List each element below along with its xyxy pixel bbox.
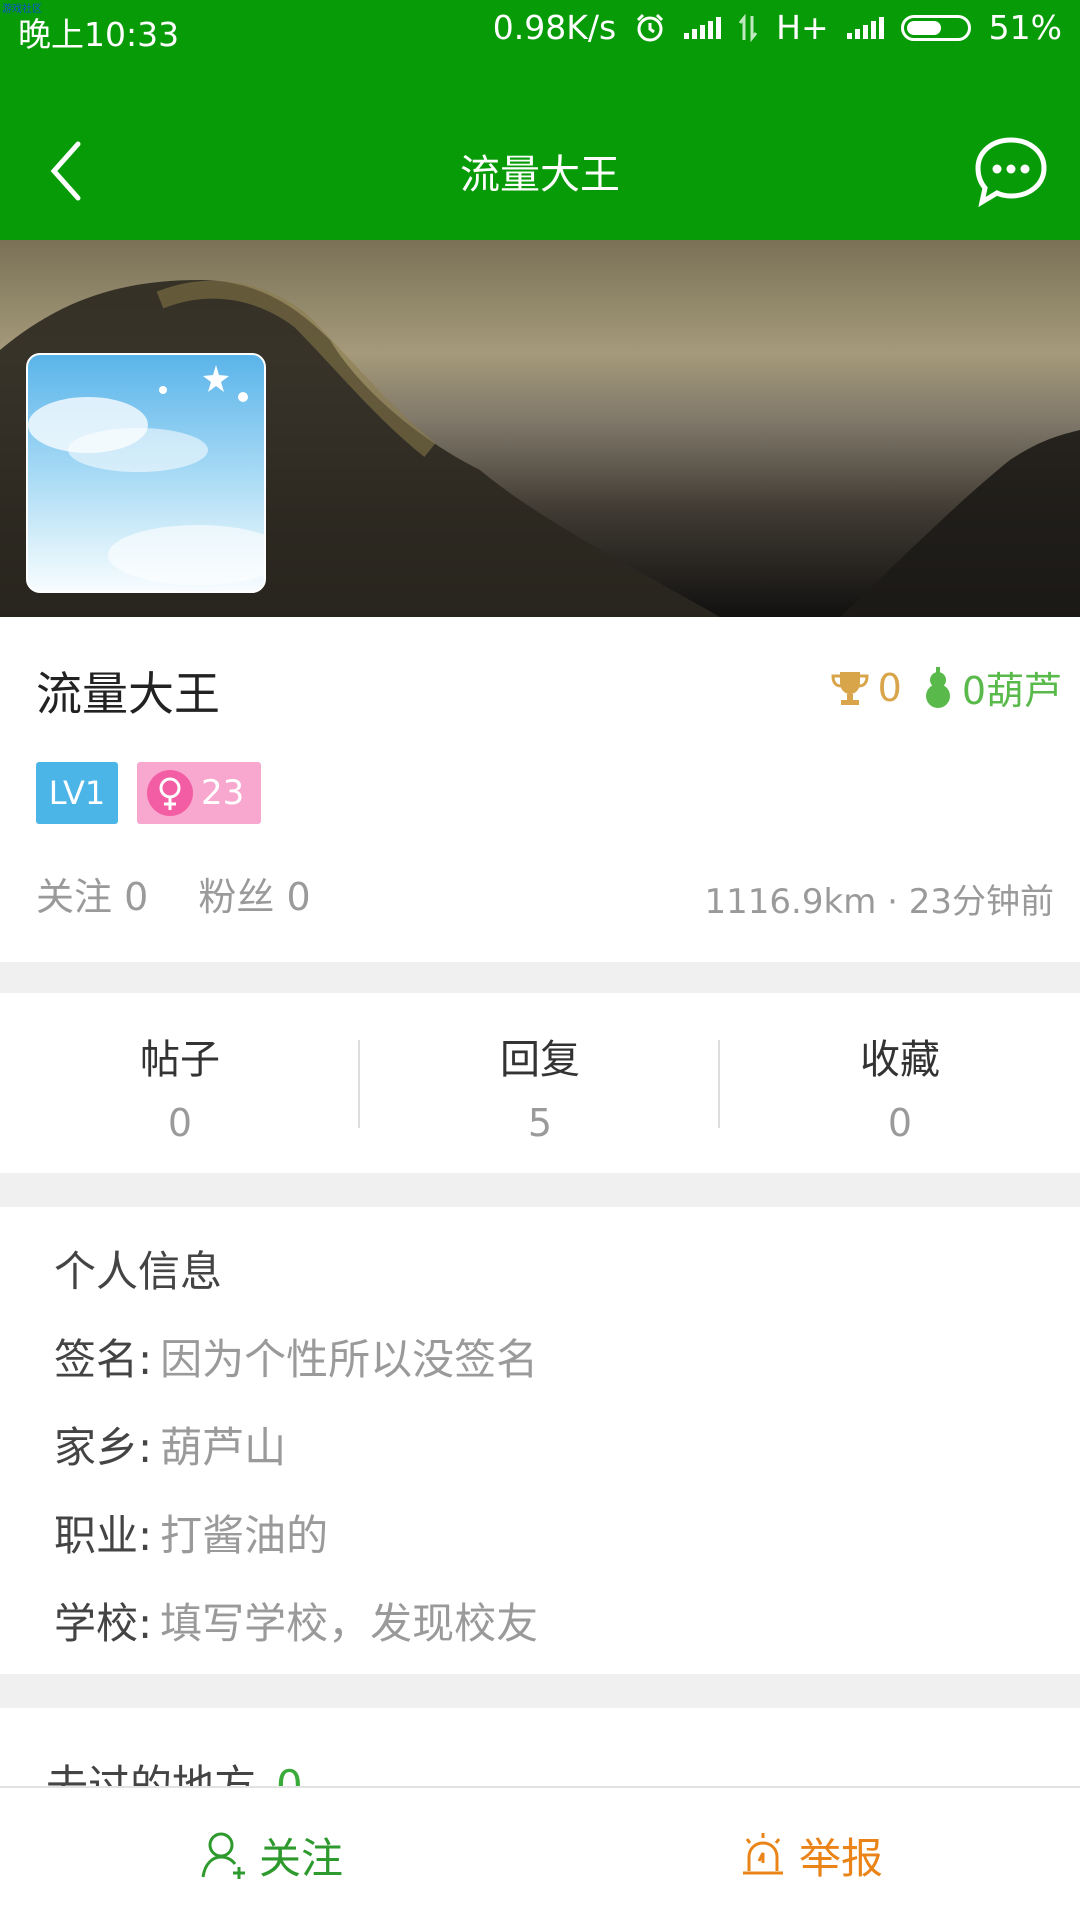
battery-icon xyxy=(900,14,971,41)
info-key: 签名: xyxy=(54,1335,153,1384)
personal-info-title: 个人信息 xyxy=(54,1247,223,1296)
activity-stats: 帖子 0 回复 5 收藏 0 xyxy=(0,993,1080,1173)
stat-label: 收藏 xyxy=(860,1037,940,1083)
info-row-hometown: 家乡: 葫芦山 xyxy=(54,1414,286,1475)
info-value: 葫芦山 xyxy=(160,1423,287,1472)
follow-label: 关注 xyxy=(258,1833,343,1883)
status-bar: 游戏社区 晚上10:33 0.98K/s H+ 51% xyxy=(0,0,1080,60)
alarm-siren-icon xyxy=(742,1833,783,1875)
info-row-school[interactable]: 学校: 填写学校，发现校友 xyxy=(54,1590,538,1651)
add-user-icon xyxy=(201,1832,245,1879)
info-row-occupation: 职业: 打酱油的 xyxy=(54,1502,328,1563)
info-value: 因为个性所以没签名 xyxy=(160,1335,539,1384)
section-divider xyxy=(0,1173,1080,1207)
stat-favorites[interactable]: 收藏 0 xyxy=(720,993,1080,1173)
alarm-icon xyxy=(637,13,664,41)
info-key: 家乡: xyxy=(54,1423,153,1472)
fans-count[interactable]: 粉丝 0 xyxy=(198,875,310,919)
trophy-icon xyxy=(831,671,869,705)
avatar[interactable] xyxy=(26,353,266,593)
gourd-icon xyxy=(925,666,950,708)
section-divider xyxy=(0,962,1080,993)
distance-time: 1116.9km · 23分钟前 xyxy=(704,882,1054,922)
bottom-action-bar: 关注 举报 xyxy=(0,1786,1080,1922)
network-type: H+ xyxy=(776,8,829,47)
stat-divider xyxy=(358,1040,360,1128)
info-value: 打酱油的 xyxy=(160,1511,329,1560)
signal-icon xyxy=(684,16,722,39)
stat-value: 0 xyxy=(887,1101,913,1145)
trophy-count: 0 xyxy=(877,665,902,710)
rewards: 0 0葫芦 xyxy=(830,660,1062,715)
stat-divider xyxy=(718,1040,720,1128)
stat-posts[interactable]: 帖子 0 xyxy=(0,993,360,1173)
stat-value: 5 xyxy=(527,1101,553,1145)
status-indicators: 0.98K/s H+ 51% xyxy=(493,8,1062,47)
page-title: 流量大王 xyxy=(460,152,620,198)
age-value: 23 xyxy=(201,773,245,813)
app-header: 流量大王 xyxy=(0,60,1080,240)
chat-bubble-icon[interactable] xyxy=(972,134,1050,208)
stat-label: 回复 xyxy=(500,1037,580,1083)
signal-icon-2 xyxy=(846,16,884,39)
following-count[interactable]: 关注 0 xyxy=(36,875,148,919)
section-divider xyxy=(0,1674,1080,1708)
stat-replies[interactable]: 回复 5 xyxy=(360,993,720,1173)
data-transfer-icon xyxy=(739,13,758,42)
status-time: 晚上10:33 xyxy=(18,15,180,54)
report-label: 举报 xyxy=(798,1833,883,1883)
info-key: 职业: xyxy=(54,1511,153,1560)
network-speed: 0.98K/s xyxy=(492,8,617,47)
info-row-signature: 签名: 因为个性所以没签名 xyxy=(54,1326,538,1387)
stat-label: 帖子 xyxy=(140,1037,220,1083)
battery-percent: 51% xyxy=(988,8,1062,47)
stat-value: 0 xyxy=(167,1101,193,1145)
female-icon xyxy=(147,770,193,816)
level-badge: LV1 xyxy=(36,762,118,824)
info-value: 填写学校，发现校友 xyxy=(160,1599,539,1648)
report-button[interactable]: 举报 xyxy=(540,1788,1080,1922)
info-key: 学校: xyxy=(54,1599,153,1648)
user-name: 流量大王 xyxy=(36,667,220,721)
follow-button[interactable]: 关注 xyxy=(0,1788,540,1922)
gender-age-badge: 23 xyxy=(137,762,261,824)
gourd-count: 0葫芦 xyxy=(961,669,1062,713)
follow-stats: 关注 0 粉丝 0 xyxy=(36,866,349,921)
